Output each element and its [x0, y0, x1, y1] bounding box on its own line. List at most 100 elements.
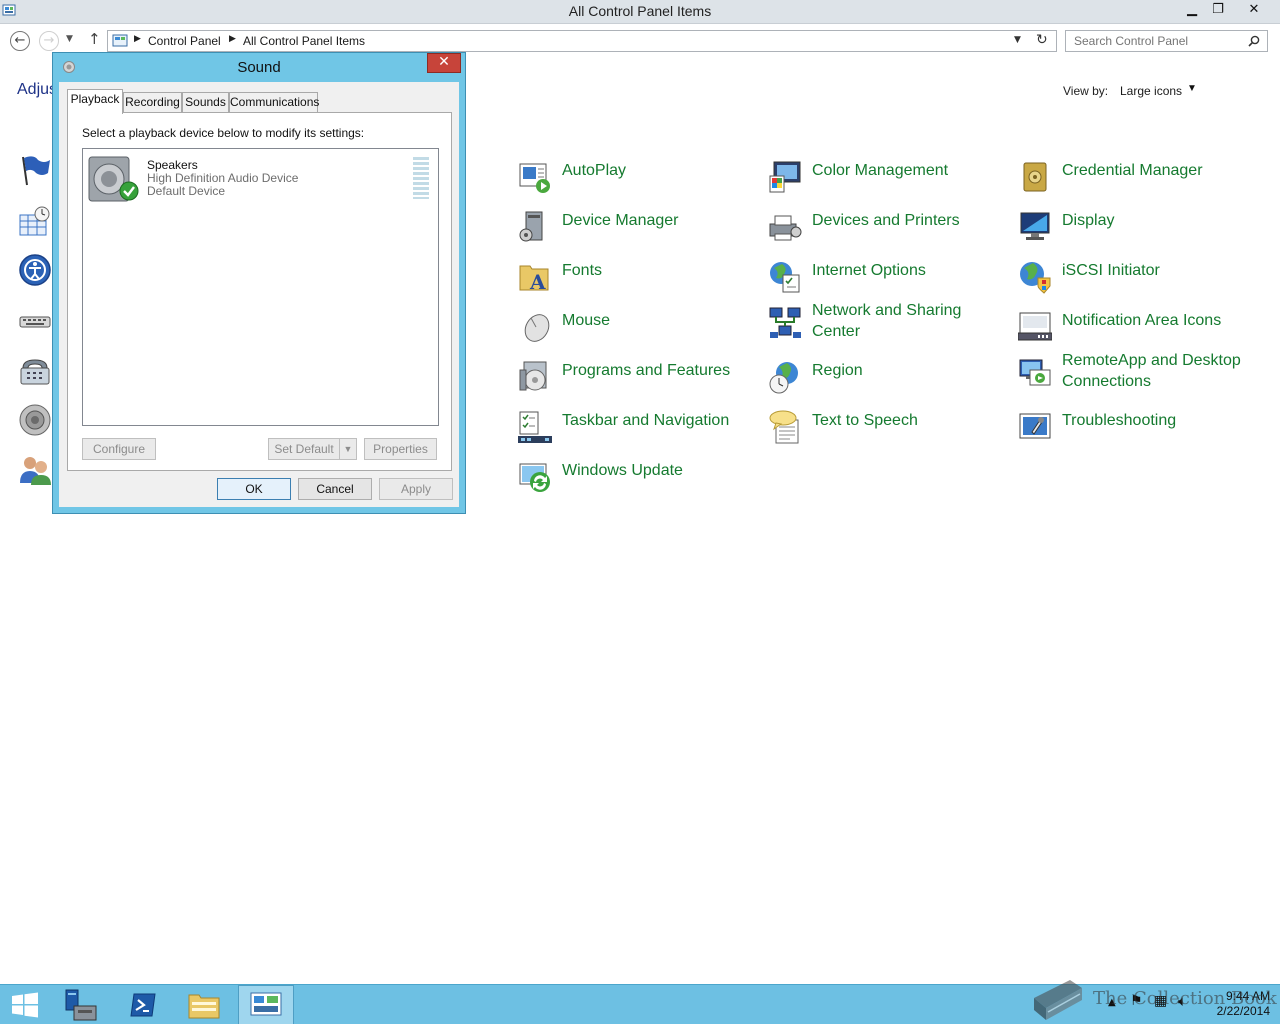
phone-modem-icon[interactable] — [18, 354, 52, 388]
apply-button[interactable]: Apply — [379, 478, 453, 500]
item-windows-update[interactable]: Windows Update — [518, 460, 758, 500]
item-troubleshooting[interactable]: Troubleshooting — [1018, 410, 1258, 450]
item-display[interactable]: Display — [1018, 210, 1258, 250]
item-color-management[interactable]: Color Management — [768, 160, 1008, 200]
breadcrumb-all-items[interactable]: All Control Panel Items — [243, 34, 365, 48]
item-programs-and-features[interactable]: Programs and Features — [518, 360, 758, 400]
item-fonts[interactable]: A Fonts — [518, 260, 758, 300]
close-button[interactable]: ✕ — [1240, 0, 1268, 20]
view-by-dropdown[interactable]: Large icons — [1120, 84, 1182, 98]
item-label[interactable]: Windows Update — [562, 460, 752, 481]
mouse-icon — [524, 314, 550, 342]
up-button[interactable]: ↑ — [88, 30, 101, 48]
configure-button[interactable]: Configure — [82, 438, 156, 460]
tab-recording[interactable]: Recording — [123, 92, 182, 112]
item-autoplay[interactable]: AutoPlay — [518, 160, 758, 200]
tab-playback[interactable]: Playback — [67, 89, 123, 114]
item-label[interactable]: Devices and Printers — [812, 210, 1002, 231]
search-icon[interactable] — [1248, 35, 1260, 47]
item-label[interactable]: Region — [812, 360, 1002, 381]
item-region[interactable]: Region — [768, 360, 1008, 400]
item-label[interactable]: Taskbar and Navigation — [562, 410, 752, 431]
item-label[interactable]: iSCSI Initiator — [1062, 260, 1252, 281]
view-by: View by: Large icons ▼ — [1063, 83, 1197, 98]
item-label[interactable]: Credential Manager — [1062, 160, 1252, 181]
item-label[interactable]: Notification Area Icons — [1062, 310, 1252, 331]
sound-dialog: Sound ✕ Playback Recording Sounds Commun… — [52, 52, 466, 514]
item-label[interactable]: AutoPlay — [562, 160, 752, 181]
dialog-close-button[interactable]: ✕ — [427, 53, 461, 73]
taskbar-control-panel[interactable] — [238, 985, 294, 1024]
display-icon — [1020, 212, 1050, 240]
item-network-sharing-center[interactable]: Network and Sharing Center — [768, 300, 1008, 344]
forward-button[interactable]: → — [39, 31, 59, 51]
item-device-manager[interactable]: Device Manager — [518, 210, 758, 250]
playback-tab-panel: Select a playback device below to modify… — [67, 112, 452, 471]
item-devices-and-printers[interactable]: Devices and Printers — [768, 210, 1008, 250]
up-arrow-icon: ↑ — [88, 30, 101, 48]
address-dropdown-icon[interactable]: ▼ — [1014, 35, 1021, 45]
set-default-button[interactable]: Set Default — [268, 438, 340, 460]
action-center-flag-icon[interactable] — [18, 153, 52, 187]
keyboard-icon[interactable] — [18, 305, 52, 339]
item-internet-options[interactable]: Internet Options — [768, 260, 1008, 300]
item-label[interactable]: Text to Speech — [812, 410, 1002, 431]
item-credential-manager[interactable]: Credential Manager — [1018, 160, 1258, 200]
chevron-down-icon[interactable]: ▼ — [1187, 83, 1197, 94]
control-panel-icon — [250, 992, 282, 1016]
cancel-button[interactable]: Cancel — [298, 478, 372, 500]
item-label[interactable]: Device Manager — [562, 210, 752, 231]
breadcrumb-separator-icon[interactable]: ▶ — [229, 34, 236, 44]
taskbar-file-explorer[interactable] — [177, 985, 233, 1024]
item-label[interactable]: Display — [1062, 210, 1252, 231]
item-remoteapp-desktop-connections[interactable]: RemoteApp and Desktop Connections — [1018, 350, 1258, 394]
item-label[interactable]: Color Management — [812, 160, 1002, 181]
item-taskbar-and-navigation[interactable]: Taskbar and Navigation — [518, 410, 758, 450]
sound-icon[interactable] — [18, 403, 52, 437]
volume-level-meter — [413, 157, 429, 199]
iscsi-icon — [1020, 262, 1051, 294]
item-notification-area-icons[interactable]: Notification Area Icons — [1018, 300, 1258, 341]
properties-button[interactable]: Properties — [364, 438, 437, 460]
breadcrumb-control-panel[interactable]: Control Panel — [148, 34, 221, 48]
taskbar-server-manager[interactable] — [54, 985, 110, 1024]
device-status: Default Device — [147, 184, 226, 198]
tab-sounds[interactable]: Sounds — [182, 92, 229, 112]
recent-locations-dropdown[interactable]: ▼ — [66, 34, 73, 44]
item-mouse[interactable]: Mouse — [518, 300, 758, 342]
item-label[interactable]: Internet Options — [812, 260, 1002, 281]
tab-communications[interactable]: Communications — [229, 92, 319, 112]
refresh-icon[interactable]: ↻ — [1036, 32, 1048, 48]
item-label[interactable]: Network and Sharing Center — [812, 300, 1002, 342]
item-label[interactable]: Fonts — [562, 260, 752, 281]
ease-of-access-icon[interactable] — [18, 253, 52, 287]
playback-device-list[interactable]: Speakers High Definition Audio Device De… — [82, 148, 439, 426]
taskbar-powershell[interactable] — [116, 985, 172, 1024]
restore-button[interactable]: ❐ — [1204, 0, 1232, 20]
item-text-to-speech[interactable]: Text to Speech — [768, 410, 1008, 450]
region-icon — [769, 362, 798, 394]
device-speakers[interactable]: Speakers High Definition Audio Device De… — [85, 153, 436, 205]
item-label[interactable]: Programs and Features — [562, 360, 752, 381]
address-bar[interactable]: ▶ Control Panel ▶ All Control Panel Item… — [107, 30, 1057, 52]
item-label[interactable]: Troubleshooting — [1062, 410, 1252, 431]
device-name: Speakers — [147, 158, 198, 172]
item-label[interactable]: RemoteApp and Desktop Connections — [1062, 350, 1252, 392]
window-title: All Control Panel Items — [568, 3, 712, 19]
item-label[interactable]: Mouse — [562, 310, 752, 331]
start-button[interactable] — [0, 985, 56, 1024]
window-title-bar: All Control Panel Items ▁ ❐ ✕ — [0, 0, 1280, 24]
back-button[interactable]: ← — [10, 31, 30, 51]
user-accounts-icon[interactable] — [18, 453, 52, 487]
ok-button[interactable]: OK — [217, 478, 291, 500]
search-input[interactable] — [1074, 33, 1244, 49]
item-iscsi-initiator[interactable]: iSCSI Initiator — [1018, 260, 1258, 300]
text-to-speech-icon — [769, 410, 799, 444]
set-default-dropdown[interactable]: ▼ — [339, 438, 357, 460]
color-management-icon — [769, 161, 801, 193]
date-time-icon[interactable] — [18, 205, 52, 239]
breadcrumb-separator-icon[interactable]: ▶ — [134, 34, 141, 44]
search-box[interactable] — [1065, 30, 1268, 52]
minimize-button[interactable]: ▁ — [1178, 0, 1206, 20]
dialog-title: Sound — [237, 59, 281, 76]
